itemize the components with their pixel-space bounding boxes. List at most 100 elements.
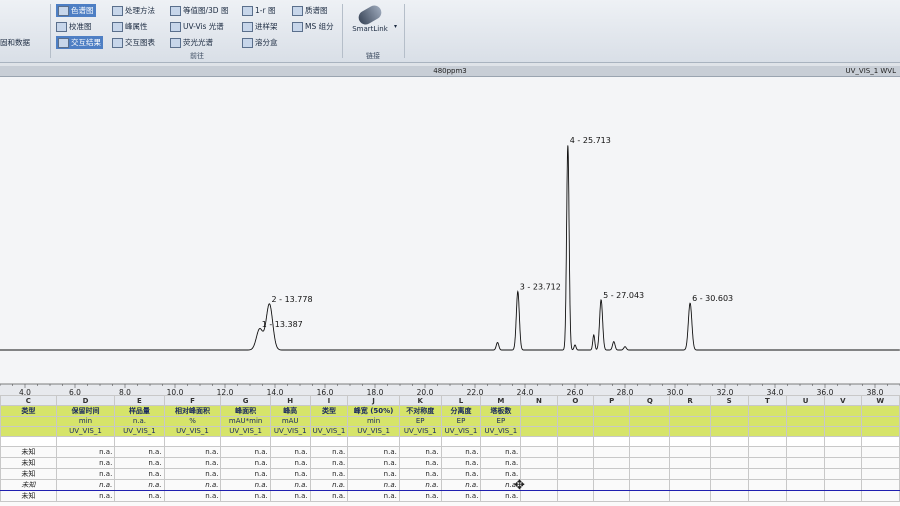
empty-cell[interactable] [669, 446, 711, 458]
table-cell[interactable]: n.a. [347, 468, 400, 480]
table-cell[interactable]: n.a. [440, 490, 482, 502]
table-cell[interactable]: n.a. [398, 490, 442, 502]
table-cell[interactable]: n.a. [163, 479, 222, 491]
ms-component-button[interactable]: MS 组分 [292, 20, 334, 33]
table-cell[interactable]: n.a. [55, 446, 116, 458]
unit-row[interactable]: min n.a.% mAU*min mAU min EP EP EP [0, 416, 900, 427]
table-cell[interactable]: n.a. [114, 490, 165, 502]
empty-cell[interactable] [709, 490, 749, 502]
table-row[interactable]: 未知 n.a. n.a. n.a. n.a. n.a. n.a. n.a. n.a. n.a. n.… [0, 490, 900, 502]
empty-cell[interactable] [520, 468, 558, 480]
empty-cell[interactable] [709, 405, 749, 417]
empty-cell[interactable] [398, 436, 442, 447]
smartlink-button[interactable]: SmartLink [348, 2, 392, 46]
table-cell[interactable]: n.a. [220, 457, 271, 469]
table-cell[interactable]: mAU [269, 416, 311, 427]
chromatogram-plot[interactable]: 1 - 13.387 2 - 13.778 3 - 23.712 4 - 25.713… [0, 77, 900, 397]
empty-cell[interactable] [860, 468, 900, 480]
table-cell[interactable]: 分离度 [440, 405, 482, 417]
table-row[interactable]: 未知 n.a. n.a. n.a. n.a. n.a. n.a. n.a. n.a. n.a. n.… [0, 446, 900, 458]
empty-cell[interactable] [629, 479, 671, 491]
table-cell[interactable]: n.a. [163, 490, 222, 502]
empty-cell[interactable] [824, 490, 862, 502]
empty-cell[interactable] [824, 405, 862, 417]
results-grid[interactable]: C D E F G H I J K L M N O P Q R S T U V W 类型 保留时间 样品量 相对峰面积 峰面积 峰高… [0, 395, 900, 506]
empty-cell[interactable] [629, 426, 671, 437]
empty-cell[interactable] [629, 468, 671, 480]
table-cell[interactable]: UV_VIS_1 [309, 426, 349, 437]
box-button[interactable]: 溶分盒 [242, 36, 278, 49]
peak-label[interactable]: 5 - 27.043 [603, 291, 644, 300]
empty-cell[interactable] [824, 436, 862, 447]
table-cell[interactable]: 相对峰面积 [163, 405, 222, 417]
table-cell[interactable]: n.a. [55, 490, 116, 502]
empty-cell[interactable] [669, 468, 711, 480]
empty-cell[interactable] [55, 436, 116, 447]
empty-cell[interactable] [669, 479, 711, 491]
empty-cell[interactable] [669, 416, 711, 427]
empty-cell[interactable] [860, 490, 900, 502]
empty-cell[interactable] [520, 436, 558, 447]
table-row[interactable]: 未知 n.a. n.a. n.a. n.a. n.a. n.a. n.a. n.a. n.a. n.… [0, 457, 900, 469]
empty-cell[interactable] [593, 468, 631, 480]
empty-cell[interactable] [785, 446, 826, 458]
table-cell[interactable]: 塔板数 [480, 405, 522, 417]
empty-cell[interactable] [669, 405, 711, 417]
empty-cell[interactable] [114, 436, 165, 447]
empty-cell[interactable] [593, 405, 631, 417]
table-cell[interactable]: UV_VIS_1 [269, 426, 311, 437]
empty-cell[interactable] [220, 436, 271, 447]
empty-cell[interactable] [709, 426, 749, 437]
empty-cell[interactable] [785, 405, 826, 417]
table-cell[interactable]: n.a. [347, 490, 400, 502]
channel-row[interactable]: UV_VIS_1 UV_VIS_1 UV_VIS_1 UV_VIS_1 UV_VIS_1… [0, 426, 900, 437]
table-cell[interactable]: 类型 [309, 405, 349, 417]
empty-cell[interactable] [269, 436, 311, 447]
table-cell[interactable]: D [55, 395, 116, 406]
empty-cell[interactable] [824, 457, 862, 469]
table-cell[interactable]: n.a. [220, 479, 271, 491]
table-cell[interactable]: n.a. [309, 479, 349, 491]
table-cell[interactable]: n.a. [269, 490, 311, 502]
empty-cell[interactable] [860, 457, 900, 469]
table-cell[interactable]: M [480, 395, 522, 406]
empty-cell[interactable] [860, 436, 900, 447]
table-cell[interactable]: U [785, 395, 826, 406]
empty-cell[interactable] [0, 436, 57, 447]
table-cell[interactable]: n.a. [398, 479, 442, 491]
peak-label[interactable]: 4 - 25.713 [570, 136, 611, 145]
table-cell[interactable]: n.a. [440, 457, 482, 469]
table-cell[interactable]: n.a. [55, 468, 116, 480]
table-cell[interactable]: min [347, 416, 400, 427]
empty-cell[interactable] [860, 446, 900, 458]
table-cell[interactable]: n.a. [309, 490, 349, 502]
table-cell[interactable]: UV_VIS_1 [55, 426, 116, 437]
empty-cell[interactable] [709, 446, 749, 458]
empty-cell[interactable] [747, 416, 787, 427]
table-cell[interactable]: UV_VIS_1 [114, 426, 165, 437]
empty-cell[interactable] [785, 436, 826, 447]
empty-cell[interactable] [629, 436, 671, 447]
table-cell[interactable]: 样品量 [114, 405, 165, 417]
uv-vis-spectrum-button[interactable]: UV-Vis 光谱 [170, 20, 224, 33]
table-cell[interactable]: 保留时间 [55, 405, 116, 417]
empty-cell[interactable] [593, 426, 631, 437]
empty-cell[interactable] [785, 479, 826, 491]
table-cell[interactable]: n.a. [347, 446, 400, 458]
table-cell[interactable]: n.a. [440, 479, 482, 491]
empty-cell[interactable] [860, 416, 900, 427]
table-cell[interactable]: n.a. [398, 457, 442, 469]
table-cell[interactable]: 未知 [0, 490, 57, 502]
empty-cell[interactable] [593, 457, 631, 469]
table-cell[interactable]: EP [398, 416, 442, 427]
empty-cell[interactable] [556, 426, 595, 437]
empty-cell[interactable] [593, 436, 631, 447]
table-cell[interactable]: n.a. [114, 416, 165, 427]
empty-cell[interactable] [824, 446, 862, 458]
empty-cell[interactable] [747, 405, 787, 417]
table-cell[interactable]: n.a. [480, 446, 522, 458]
table-cell[interactable]: n.a. [163, 468, 222, 480]
table-cell[interactable]: T [747, 395, 787, 406]
table-cell[interactable]: 不对称度 [398, 405, 442, 417]
table-cell[interactable]: V [824, 395, 862, 406]
